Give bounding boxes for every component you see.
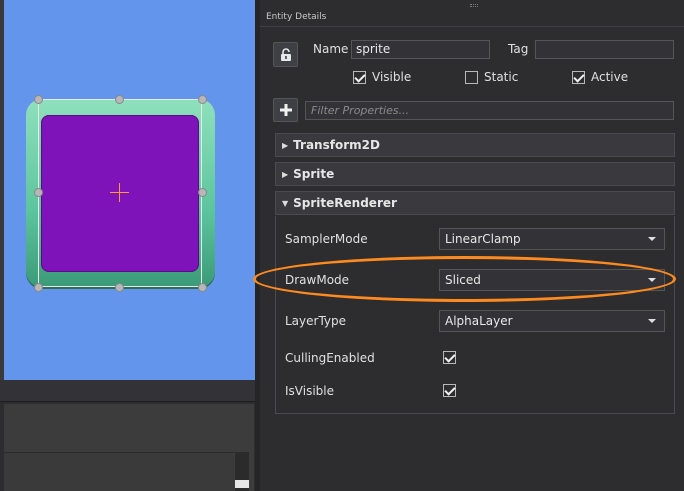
add-component-button[interactable]: [273, 98, 298, 122]
visible-checkbox[interactable]: [353, 70, 366, 84]
draw-mode-dropdown[interactable]: Sliced: [439, 269, 665, 291]
active-toggle[interactable]: Active: [572, 70, 628, 84]
name-input[interactable]: sprite: [351, 40, 490, 59]
component-name: SpriteRenderer: [293, 196, 397, 210]
layer-type-value: AlphaLayer: [445, 314, 513, 328]
static-label: Static: [484, 70, 519, 84]
resize-handle-right[interactable]: [198, 188, 207, 197]
chevron-down-icon: [648, 237, 656, 241]
sampler-mode-label: SamplerMode: [285, 232, 368, 246]
details-empty-area: [275, 414, 675, 491]
static-checkbox[interactable]: [465, 70, 478, 84]
resize-handle-left[interactable]: [34, 188, 43, 197]
layer-type-label: LayerType: [285, 314, 347, 328]
triangle-right-icon: ▶: [282, 140, 289, 150]
lock-icon: [280, 47, 291, 61]
left-bottom-list: [4, 452, 234, 491]
is-visible-label: IsVisible: [285, 384, 334, 398]
static-toggle[interactable]: Static: [465, 70, 518, 84]
resize-handle-bottom-right[interactable]: [198, 283, 207, 292]
sampler-mode-dropdown[interactable]: LinearClamp: [439, 228, 665, 250]
culling-enabled-checkbox[interactable]: [443, 351, 456, 364]
tag-label: Tag: [508, 42, 529, 56]
left-bottom-panel: [0, 380, 255, 491]
panel-title-divider: [260, 26, 684, 27]
resize-handle-top[interactable]: [115, 95, 124, 104]
tag-input[interactable]: [535, 40, 674, 59]
name-label: Name: [313, 42, 349, 56]
component-header-spriterenderer[interactable]: ▼ SpriteRenderer: [275, 191, 675, 215]
layer-type-dropdown[interactable]: AlphaLayer: [439, 310, 665, 332]
active-label: Active: [591, 70, 629, 84]
left-bottom-toolbar: [0, 380, 255, 402]
triangle-down-icon: ▼: [282, 198, 289, 208]
visible-label: Visible: [372, 70, 412, 84]
lock-button[interactable]: [273, 42, 298, 67]
chevron-down-icon: [648, 278, 656, 282]
pivot-crosshair-vertical[interactable]: [119, 183, 120, 202]
culling-enabled-label: CullingEnabled: [285, 351, 375, 365]
left-scrollbar-thumb[interactable]: [235, 480, 249, 488]
active-checkbox[interactable]: [572, 70, 585, 84]
component-name: Sprite: [293, 167, 335, 181]
draw-mode-value: Sliced: [445, 273, 481, 287]
chevron-down-icon: [648, 319, 656, 323]
selection-box[interactable]: [38, 99, 202, 287]
component-name: Transform2D: [293, 138, 380, 152]
resize-handle-bottom[interactable]: [115, 283, 124, 292]
component-header-sprite[interactable]: ▶ Sprite: [275, 162, 675, 186]
draw-mode-label: DrawMode: [285, 273, 350, 287]
panel-grip[interactable]: [470, 4, 478, 7]
triangle-right-icon: ▶: [282, 169, 289, 179]
filter-properties-input[interactable]: Filter Properties...: [305, 101, 674, 120]
plus-icon: [279, 104, 292, 116]
visible-toggle[interactable]: Visible: [353, 70, 411, 84]
viewport-edge: [0, 0, 4, 380]
panel-title: Entity Details: [266, 12, 327, 22]
left-scrollbar[interactable]: [235, 452, 249, 491]
sampler-mode-value: LinearClamp: [445, 232, 521, 246]
component-header-transform2d[interactable]: ▶ Transform2D: [275, 133, 675, 157]
resize-handle-bottom-left[interactable]: [34, 283, 43, 292]
resize-handle-top-left[interactable]: [34, 95, 43, 104]
is-visible-checkbox[interactable]: [443, 384, 456, 397]
resize-handle-top-right[interactable]: [198, 95, 207, 104]
